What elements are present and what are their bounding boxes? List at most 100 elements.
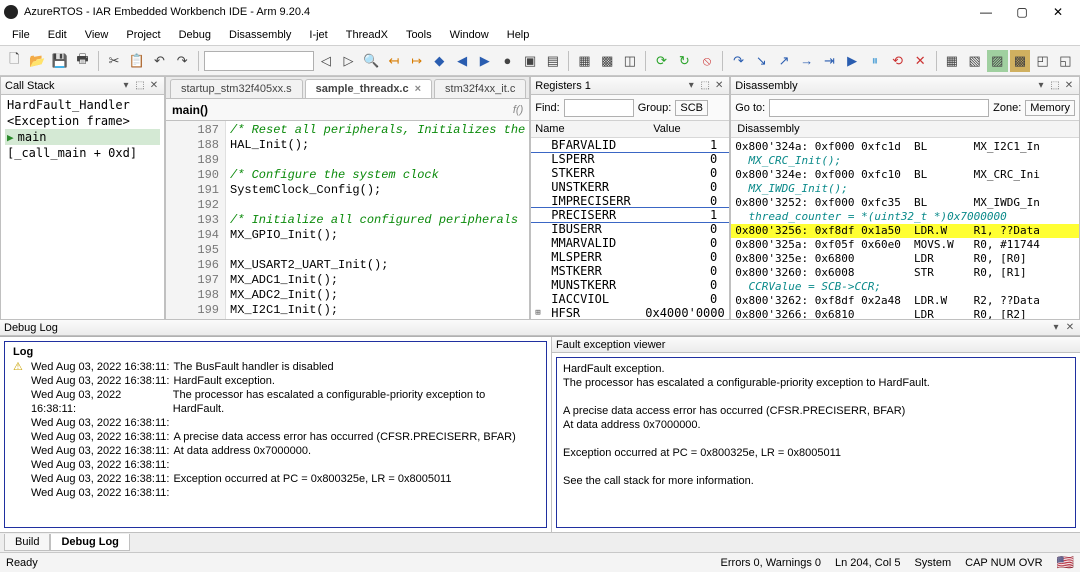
make-icon[interactable]: ▩	[597, 50, 618, 72]
nav-prev-icon[interactable]: ◀	[452, 50, 473, 72]
register-row[interactable]: BFARVALID1	[531, 138, 729, 152]
register-row[interactable]: IMPRECISERR0	[531, 194, 729, 208]
build-icon[interactable]: ◫	[620, 50, 641, 72]
disasm-line[interactable]: CCRValue = SCB->CCR;	[731, 280, 1079, 294]
tab-close-icon[interactable]: ×	[415, 83, 421, 95]
dropdown-icon[interactable]: ▾	[1035, 80, 1047, 91]
menu-item-project[interactable]: Project	[118, 27, 168, 43]
dropdown-icon[interactable]: ▾	[685, 80, 697, 91]
disasm-line[interactable]: thread_counter = *(uint32_t *)0x7000000	[731, 210, 1079, 224]
trace4-icon[interactable]: ▩	[1010, 50, 1031, 72]
nav-forward-icon[interactable]: ▷	[338, 50, 359, 72]
disasm-line[interactable]: MX_CRC_Init();	[731, 154, 1079, 168]
zone-value[interactable]: Memory	[1025, 100, 1075, 116]
menu-item-disassembly[interactable]: Disassembly	[221, 27, 299, 43]
close-button[interactable]: ✕	[1040, 0, 1076, 24]
nav-next-icon[interactable]: ▶	[474, 50, 495, 72]
disasm-line[interactable]: 0x800'325e: 0x6800 LDR R0, [R0]	[731, 252, 1079, 266]
stop-icon[interactable]: ⦸	[697, 50, 718, 72]
nav-back-icon[interactable]: ◁	[316, 50, 337, 72]
callstack-item[interactable]: ▶main	[5, 129, 160, 145]
go-icon[interactable]: ⟳	[651, 50, 672, 72]
bottom-tab[interactable]: Build	[4, 534, 50, 551]
menu-item-view[interactable]: View	[77, 27, 117, 43]
disasm-line[interactable]: 0x800'325a: 0xf05f 0x60e0 MOVS.W R0, #11…	[731, 238, 1079, 252]
trace5-icon[interactable]: ◰	[1032, 50, 1053, 72]
close-panel-icon[interactable]: ✕	[1063, 80, 1075, 91]
register-row[interactable]: MUNSTKERR0	[531, 278, 729, 292]
register-row[interactable]: PRECISERR1	[531, 208, 729, 222]
close-panel-icon[interactable]: ✕	[713, 80, 725, 91]
register-row[interactable]: STKERR0	[531, 166, 729, 180]
next-statement-icon[interactable]: →	[796, 50, 817, 72]
code-editor[interactable]: ▶▶ 1871881891901911921931941951961971981…	[166, 121, 529, 319]
fault-body[interactable]: HardFault exception.The processor has es…	[556, 357, 1076, 528]
redo-icon[interactable]: ↷	[172, 50, 193, 72]
disasm-line[interactable]: 0x800'324a: 0xf000 0xfc1d BL MX_I2C1_In	[731, 140, 1079, 154]
register-row[interactable]: IBUSERR0	[531, 222, 729, 236]
editor-tab[interactable]: sample_threadx.c×	[305, 79, 432, 98]
menu-item-i-jet[interactable]: I-jet	[301, 27, 335, 43]
menu-item-window[interactable]: Window	[442, 27, 497, 43]
register-row[interactable]: LSPERR0	[531, 152, 729, 166]
register-row[interactable]: MMARVALID0	[531, 236, 729, 250]
menu-item-debug[interactable]: Debug	[171, 27, 219, 43]
callstack-item[interactable]: HardFault_Handler	[5, 97, 160, 113]
step-out-icon[interactable]: ↗	[774, 50, 795, 72]
registers-list[interactable]: BFARVALID1LSPERR0STKERR0UNSTKERR0IMPRECI…	[531, 138, 729, 319]
group-value[interactable]: SCB	[675, 100, 708, 116]
save-all-icon[interactable]: 🖶	[72, 50, 93, 72]
close-panel-icon[interactable]: ✕	[1064, 322, 1076, 333]
pause-icon[interactable]: ⏸	[864, 50, 885, 72]
search-input[interactable]	[204, 51, 314, 71]
document2-icon[interactable]: ▤	[543, 50, 564, 72]
dropdown-icon[interactable]: ▾	[120, 80, 132, 91]
register-row[interactable]: IACCVIOL0	[531, 292, 729, 306]
open-file-icon[interactable]: 📂	[27, 50, 48, 72]
disasm-line[interactable]: 0x800'3256: 0xf8df 0x1a50 LDR.W R1, ??Da…	[731, 224, 1079, 238]
bottom-tab[interactable]: Debug Log	[50, 534, 129, 551]
go-button-icon[interactable]: ▶	[842, 50, 863, 72]
dropdown-icon[interactable]: ▾	[1050, 322, 1062, 333]
undo-icon[interactable]: ↶	[149, 50, 170, 72]
disasm-line[interactable]: 0x800'324e: 0xf000 0xfc10 BL MX_CRC_Ini	[731, 168, 1079, 182]
pin-icon[interactable]: ⬚	[134, 80, 146, 91]
document-icon[interactable]: ▣	[520, 50, 541, 72]
reset-icon[interactable]: ⟲	[887, 50, 908, 72]
step-into-icon[interactable]: ↘	[751, 50, 772, 72]
breakpoint-icon[interactable]: ●	[497, 50, 518, 72]
log-body[interactable]: Log ⚠Wed Aug 03, 2022 16:38:11:The BusFa…	[4, 341, 547, 528]
register-row[interactable]: MLSPERR0	[531, 250, 729, 264]
editor-tab[interactable]: startup_stm32f405xx.s	[170, 79, 303, 98]
menu-item-edit[interactable]: Edit	[40, 27, 75, 43]
disasm-line[interactable]: 0x800'3252: 0xf000 0xfc35 BL MX_IWDG_In	[731, 196, 1079, 210]
close-panel-icon[interactable]: ✕	[148, 80, 160, 91]
step-over-icon[interactable]: ↷	[728, 50, 749, 72]
menu-item-file[interactable]: File	[4, 27, 38, 43]
disasm-line[interactable]: MX_IWDG_Init();	[731, 182, 1079, 196]
compile-icon[interactable]: ▦	[574, 50, 595, 72]
register-row[interactable]: HFSR0x4000'0000	[531, 306, 729, 319]
run-to-cursor-icon[interactable]: ⇥	[819, 50, 840, 72]
pin-icon[interactable]: ⬚	[699, 80, 711, 91]
callstack-item[interactable]: [_call_main + 0xd]	[5, 145, 160, 161]
menu-item-help[interactable]: Help	[499, 27, 538, 43]
callstack-item[interactable]: <Exception frame>	[5, 113, 160, 129]
minimize-button[interactable]: —	[968, 0, 1004, 24]
cross-icon[interactable]: ✕	[910, 50, 931, 72]
bookmark-next-icon[interactable]: ↦	[406, 50, 427, 72]
goto-input[interactable]	[769, 99, 989, 117]
callstack-list[interactable]: HardFault_Handler<Exception frame>▶main[…	[1, 95, 164, 319]
trace3-icon[interactable]: ▨	[987, 50, 1008, 72]
maximize-button[interactable]: ▢	[1004, 0, 1040, 24]
restart-icon[interactable]: ↻	[674, 50, 695, 72]
disasm-line[interactable]: 0x800'3260: 0x6008 STR R0, [R1]	[731, 266, 1079, 280]
new-file-icon[interactable]: 🗋	[4, 50, 25, 72]
register-row[interactable]: MSTKERR0	[531, 264, 729, 278]
bookmark-prev-icon[interactable]: ↤	[384, 50, 405, 72]
trace6-icon[interactable]: ◱	[1055, 50, 1076, 72]
disassembly-list[interactable]: 0x800'324a: 0xf000 0xfc1d BL MX_I2C1_In …	[731, 138, 1079, 319]
register-row[interactable]: UNSTKERR0	[531, 180, 729, 194]
menu-item-tools[interactable]: Tools	[398, 27, 440, 43]
editor-tab[interactable]: stm32f4xx_it.c	[434, 79, 526, 98]
